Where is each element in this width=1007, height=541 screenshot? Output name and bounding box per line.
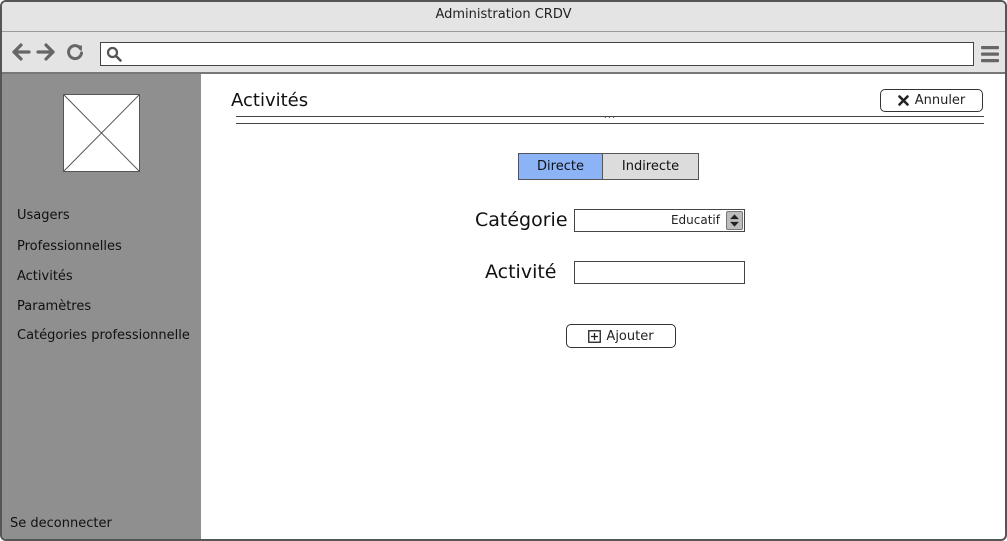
page-title: Activités <box>231 90 309 111</box>
category-select[interactable]: Educatif <box>574 209 745 232</box>
sidebar-item-professionnelles[interactable]: Professionnelles <box>17 239 122 254</box>
browser-toolbar <box>2 32 1005 74</box>
main-content: Activités Annuler ... Directe Indirecte … <box>201 74 1005 539</box>
logo-placeholder-image <box>63 94 140 172</box>
header-divider: ... <box>236 111 984 124</box>
close-icon <box>897 95 909 106</box>
search-icon <box>106 46 122 62</box>
sidebar-item-usagers[interactable]: Usagers <box>17 208 70 223</box>
window-title: Administration CRDV <box>2 2 1005 32</box>
logout-link[interactable]: Se deconnecter <box>10 516 112 531</box>
sidebar-item-activites[interactable]: Activités <box>17 269 73 284</box>
plus-box-icon <box>588 329 602 343</box>
activity-label: Activité <box>485 261 557 283</box>
activity-type-toggle: Directe Indirecte <box>518 153 699 180</box>
reload-icon[interactable] <box>65 42 85 62</box>
toggle-indirecte[interactable]: Indirecte <box>603 154 698 179</box>
category-label: Catégorie <box>475 209 568 231</box>
address-bar[interactable] <box>100 42 974 66</box>
back-arrow-icon[interactable] <box>11 42 31 62</box>
forward-arrow-icon[interactable] <box>36 42 56 62</box>
category-select-value: Educatif <box>670 213 720 227</box>
sidebar: Usagers Professionnelles Activités Param… <box>2 74 201 539</box>
sidebar-item-categories-professionnelle[interactable]: Catégories professionnelle <box>17 328 190 343</box>
add-button[interactable]: Ajouter <box>566 324 676 348</box>
sidebar-item-parametres[interactable]: Paramètres <box>17 299 91 314</box>
cancel-button[interactable]: Annuler <box>880 89 983 112</box>
url-input[interactable] <box>127 45 969 63</box>
hamburger-menu-icon[interactable] <box>980 44 1000 64</box>
toggle-directe[interactable]: Directe <box>519 154 603 179</box>
divider-dots: ... <box>603 110 617 121</box>
select-stepper-icon <box>726 211 743 230</box>
add-button-label: Ajouter <box>606 328 654 344</box>
cancel-button-label: Annuler <box>914 93 966 108</box>
activity-input[interactable] <box>574 261 745 284</box>
browser-window: Administration CRDV Usagers Professionne… <box>0 0 1007 541</box>
